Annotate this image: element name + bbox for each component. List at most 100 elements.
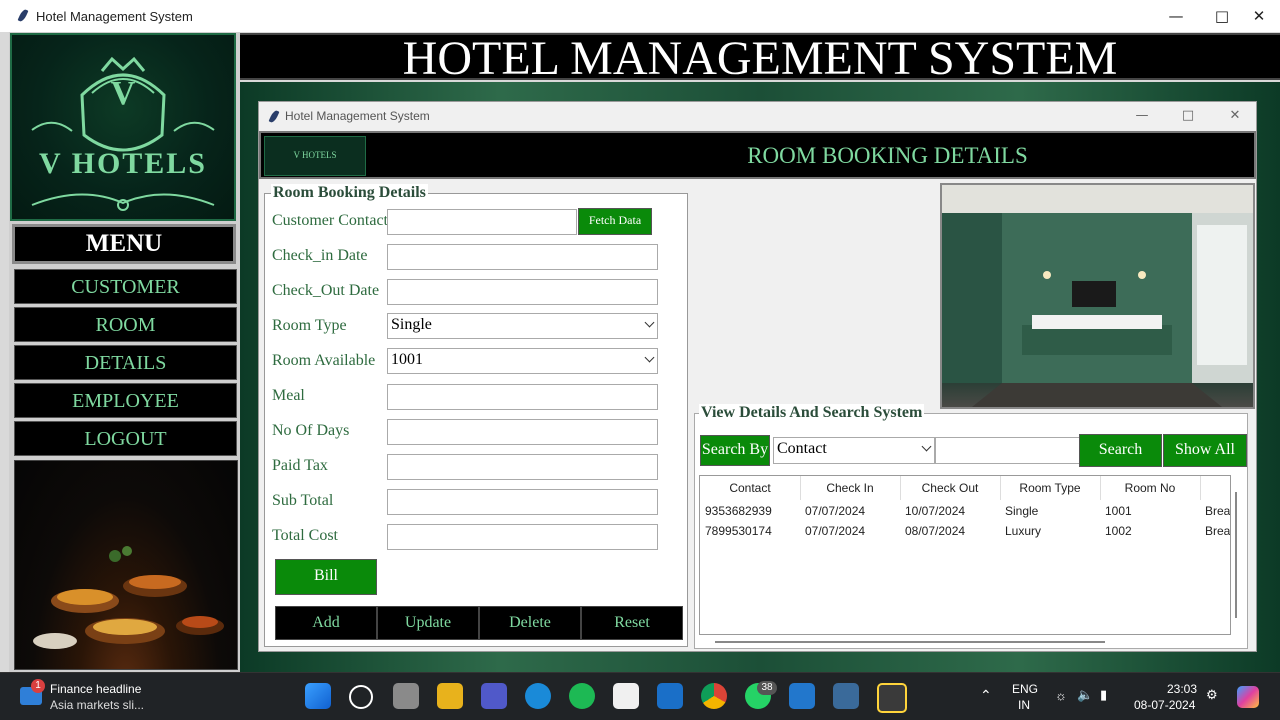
vscode-icon[interactable] [789, 683, 815, 709]
task-view-icon[interactable] [393, 683, 419, 709]
bill-button[interactable]: Bill [275, 559, 377, 595]
table-cell: Single [1005, 504, 1039, 518]
food-image [14, 460, 238, 670]
app-feather-icon [17, 8, 29, 23]
search-icon[interactable] [349, 685, 373, 709]
spotify-icon[interactable] [569, 683, 595, 709]
chevron-up-icon[interactable]: ⌃ [980, 687, 992, 704]
menu-details-button[interactable]: DETAILS [14, 345, 237, 380]
total-label: Total Cost [272, 527, 338, 544]
search-by-select[interactable]: Contact [773, 437, 935, 464]
clock-date[interactable]: 08-07-2024 [1134, 698, 1195, 712]
menu-employee-button[interactable]: EMPLOYEE [14, 383, 237, 418]
search-button[interactable]: Search [1079, 434, 1162, 467]
menu-header: MENU [12, 224, 236, 264]
close-icon[interactable]: ✕ [1236, 0, 1280, 32]
edge-icon[interactable] [525, 683, 551, 709]
update-button[interactable]: Update [377, 606, 479, 640]
customer-contact-input[interactable] [387, 209, 577, 235]
table-cell: 1002 [1105, 524, 1132, 538]
delete-button[interactable]: Delete [479, 606, 581, 640]
notification-icon[interactable]: ⚙ [1206, 687, 1218, 703]
table-cell: 08/07/2024 [905, 524, 966, 538]
mail-icon[interactable] [657, 683, 683, 709]
chrome-icon[interactable] [701, 683, 727, 709]
meal-label: Meal [272, 387, 305, 404]
checkout-input[interactable] [387, 279, 658, 305]
mysql-workbench-icon[interactable] [833, 683, 859, 709]
room-available-label: Room Available [272, 352, 376, 369]
menu-room-button[interactable]: ROOM [14, 307, 237, 342]
inner-minimize-icon[interactable]: — [1119, 102, 1165, 130]
total-input[interactable] [387, 524, 658, 550]
system-banner: HOTEL MANAGEMENT SYSTEM [240, 33, 1280, 83]
window-title: Hotel Management System [36, 9, 193, 24]
inner-close-icon[interactable]: ✕ [1212, 102, 1258, 130]
title-bar: Hotel Management System — □ ✕ [0, 0, 1280, 32]
fetch-data-button[interactable]: Fetch Data [578, 208, 652, 235]
table-cell: 10/07/2024 [905, 504, 966, 518]
checkin-input[interactable] [387, 244, 658, 270]
table-cell: 7899530174 [705, 524, 772, 538]
subtotal-input[interactable] [387, 489, 658, 515]
table-cell: Brea [1205, 524, 1231, 538]
room-photo [940, 183, 1255, 409]
volume-icon[interactable]: 🔈 [1077, 687, 1093, 703]
page-title: ROOM BOOKING DETAILS [747, 143, 1028, 168]
booking-window-title: Hotel Management System [285, 109, 430, 123]
language-code[interactable]: ENG [1012, 682, 1038, 696]
add-button[interactable]: Add [275, 606, 377, 640]
booking-form: Room Booking Details Customer Contact Fe… [264, 184, 688, 647]
search-legend: View Details And Search System [699, 404, 925, 422]
column-header[interactable]: Check Out [900, 476, 1001, 500]
minimize-icon[interactable]: — [1153, 0, 1199, 32]
logo-name: V HOTELS [38, 147, 207, 180]
language-region[interactable]: IN [1018, 698, 1030, 712]
store-icon[interactable] [613, 683, 639, 709]
news-title[interactable]: Finance headline [50, 682, 141, 696]
checkin-label: Check_in Date [272, 247, 368, 264]
booking-table[interactable]: Contact Check In Check Out Room Type Roo… [699, 475, 1231, 635]
search-panel: View Details And Search System Search By… [694, 404, 1248, 649]
booking-legend: Room Booking Details [271, 184, 428, 202]
news-subtitle[interactable]: Asia markets sli... [50, 698, 144, 712]
logo-letter: V [110, 75, 136, 112]
days-input[interactable] [387, 419, 658, 445]
file-explorer-icon[interactable] [437, 683, 463, 709]
reset-button[interactable]: Reset [581, 606, 683, 640]
menu-customer-button[interactable]: CUSTOMER [14, 269, 237, 304]
column-header[interactable]: Room No [1100, 476, 1201, 500]
checkout-label: Check_Out Date [272, 282, 380, 299]
battery-icon[interactable]: ▮ [1100, 687, 1107, 703]
news-badge: 1 [31, 679, 45, 693]
clock-time[interactable]: 23:03 [1167, 682, 1197, 696]
table-cell: 1001 [1105, 504, 1132, 518]
start-icon[interactable] [305, 683, 331, 709]
inner-maximize-icon[interactable]: □ [1165, 102, 1211, 130]
customer-contact-label: Customer Contact [272, 212, 388, 229]
meal-input[interactable] [387, 384, 658, 410]
copilot-icon[interactable] [1237, 686, 1259, 708]
search-input[interactable] [935, 437, 1080, 464]
column-header[interactable]: Room Type [1000, 476, 1101, 500]
subtotal-label: Sub Total [272, 492, 334, 509]
show-all-button[interactable]: Show All [1163, 434, 1247, 467]
room-type-label: Room Type [272, 317, 347, 334]
horizontal-scrollbar[interactable] [715, 641, 1105, 643]
table-cell: 9353682939 [705, 504, 772, 518]
vertical-scrollbar[interactable] [1235, 492, 1237, 618]
tax-label: Paid Tax [272, 457, 328, 474]
python-icon[interactable] [877, 683, 907, 713]
room-available-select[interactable]: 1001 [387, 348, 658, 374]
table-cell: 07/07/2024 [805, 504, 866, 518]
teams-icon[interactable] [481, 683, 507, 709]
column-header[interactable]: Contact [700, 476, 801, 500]
bedroom-image-icon [942, 185, 1253, 407]
tax-input[interactable] [387, 454, 658, 480]
wifi-icon[interactable]: ☼ [1055, 688, 1067, 703]
window-feather-icon [268, 109, 280, 124]
menu-logout-button[interactable]: LOGOUT [14, 421, 237, 456]
column-header[interactable]: Check In [800, 476, 901, 500]
room-type-select[interactable]: Single [387, 313, 658, 339]
search-by-label: Search By [700, 435, 770, 466]
